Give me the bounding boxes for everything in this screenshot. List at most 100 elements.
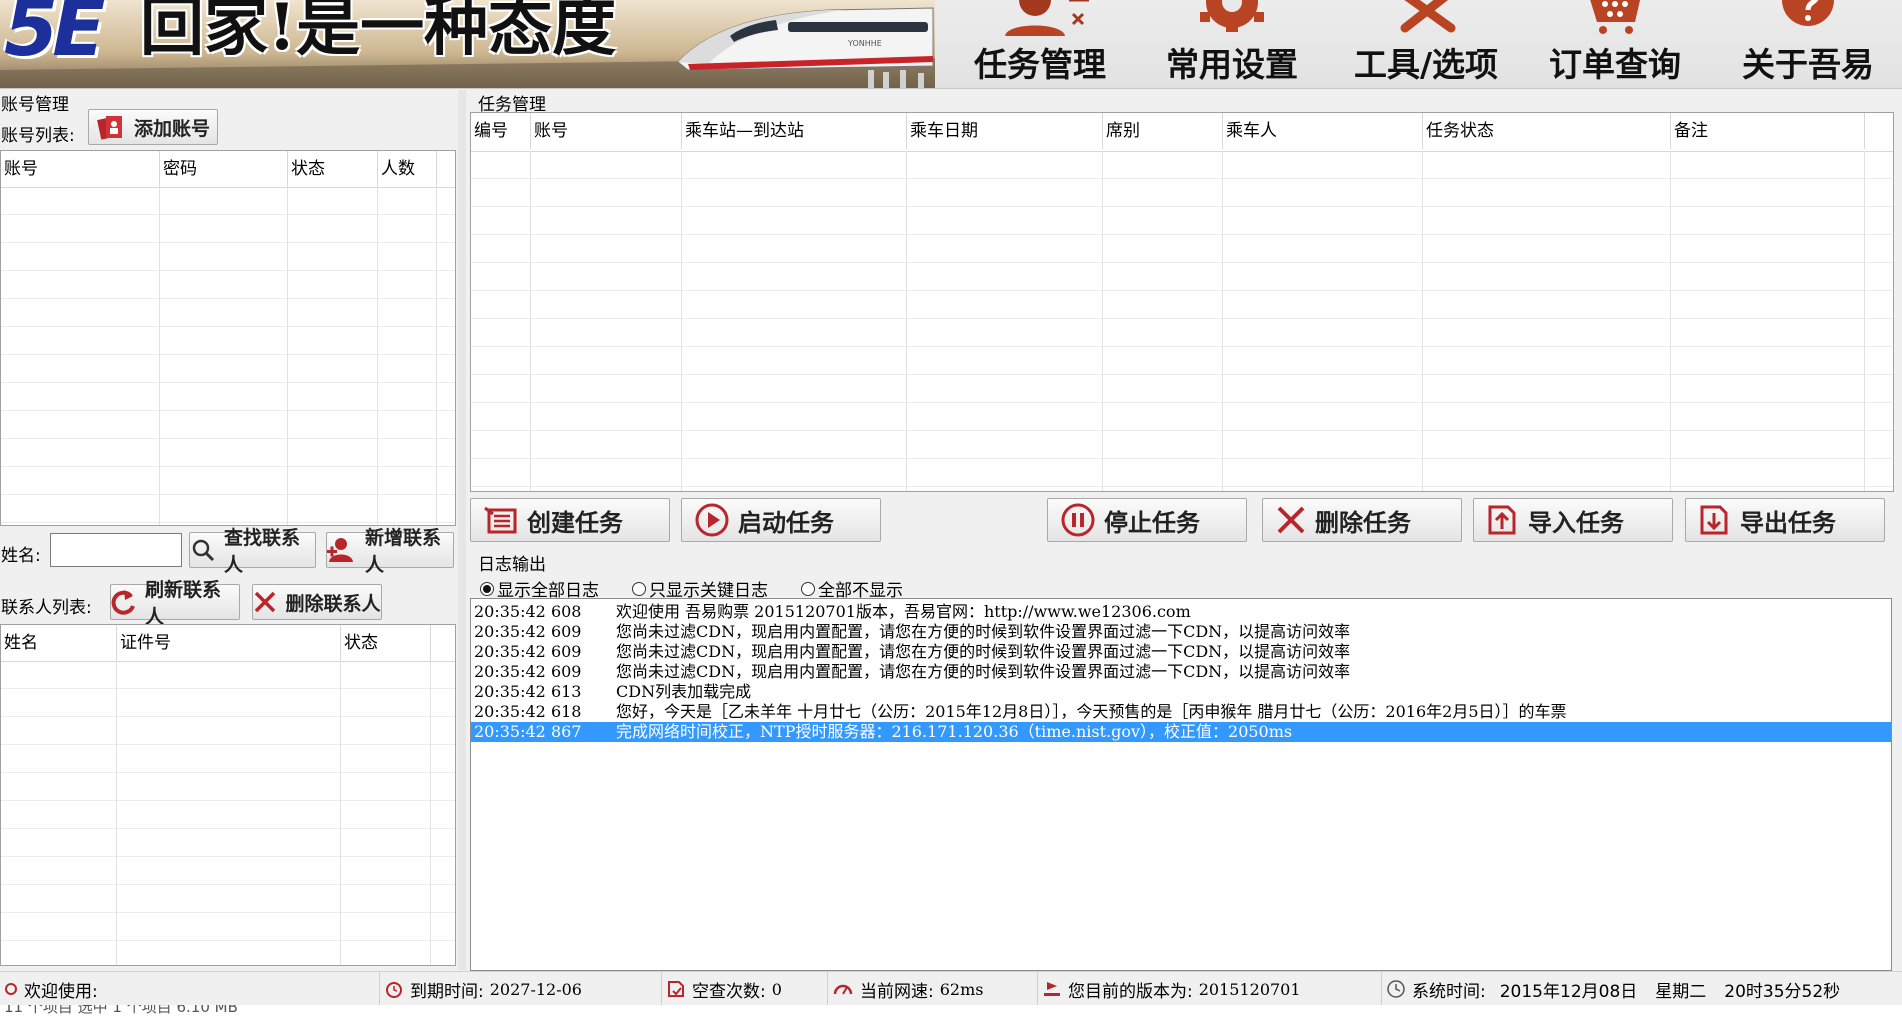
column-header-passenger[interactable]: 乘车人 [1223, 113, 1423, 149]
refresh-contacts-button[interactable]: 刷新联系人 [110, 579, 240, 628]
log-time: 20:35:42 609 [474, 642, 582, 661]
add-account-button[interactable]: 添加账号 [88, 109, 218, 145]
nav-tools[interactable]: 工具/选项 [1340, 0, 1512, 88]
nav-task-manage[interactable]: 任务管理 [960, 0, 1120, 88]
log-text: CDN列表加载完成 [616, 682, 752, 701]
log-text: 完成网络时间校正，NTP授时服务器：216.171.120.36（time.ni… [616, 722, 1293, 741]
import-icon [1488, 505, 1516, 535]
column-header-seat[interactable]: 席别 [1103, 113, 1223, 149]
account-section-title: 账号管理 [1, 95, 69, 115]
log-text: 您尚未过滤CDN，现启用内置配置，请您在方便的时候到软件设置界面过滤一下CDN，… [616, 662, 1351, 681]
refresh-icon [111, 590, 135, 615]
log-text: 欢迎使用 吾易购票 2015120701版本，吾易官网：http://www.w… [616, 602, 1191, 621]
column-header-status[interactable]: 状态 [341, 625, 431, 661]
column-header-number[interactable]: 编号 [471, 113, 531, 149]
delete-task-button[interactable]: 删除任务 [1262, 498, 1462, 542]
status-welcome: 欢迎使用: [0, 972, 380, 1006]
question-icon [1782, 0, 1834, 26]
create-task-icon [484, 506, 517, 534]
grid-line [1102, 151, 1103, 491]
new-contact-label: 新增联系人 [365, 527, 442, 576]
nav-orders[interactable]: 订单查询 [1535, 0, 1695, 88]
log-line[interactable]: 20:35:42 613 CDN列表加载完成 [471, 682, 1891, 702]
nav-about[interactable]: 关于吾易 [1728, 0, 1888, 88]
status-speed: 当前网速: 62ms [828, 972, 1038, 1006]
grid-line [1422, 151, 1423, 491]
account-table[interactable]: 账号 密码 状态 人数 [0, 150, 456, 526]
grid-line [436, 187, 437, 525]
status-empty-value: 0 [771, 979, 782, 999]
gear-icon [1200, 0, 1264, 32]
nav-settings[interactable]: 常用设置 [1152, 0, 1312, 88]
status-version-value: 2015120701 [1198, 979, 1301, 999]
column-header-remark[interactable]: 备注 [1671, 113, 1865, 149]
name-input[interactable] [50, 533, 182, 567]
grid-line [340, 661, 341, 965]
close-icon [255, 591, 276, 613]
stop-task-button[interactable]: 停止任务 [1047, 498, 1247, 542]
import-task-button[interactable]: 导入任务 [1473, 498, 1673, 542]
column-header-route[interactable]: 乘车站—到达站 [682, 113, 907, 149]
alarm-clock-icon [386, 982, 402, 998]
panel-splitter[interactable] [458, 90, 466, 970]
column-header-date[interactable]: 乘车日期 [907, 113, 1103, 149]
column-header-account[interactable]: 账号 [1, 151, 160, 187]
log-line[interactable]: 20:35:42 609 您尚未过滤CDN，现启用内置配置，请您在方便的时候到软件… [471, 622, 1891, 642]
query-icon [668, 981, 684, 997]
train-text: YONHHE [847, 39, 882, 48]
cart-icon [1590, 0, 1641, 34]
log-time: 20:35:42 867 [474, 722, 582, 741]
tools-icon [1400, 0, 1456, 33]
find-contact-button[interactable]: 查找联系人 [189, 527, 316, 576]
import-task-label: 导入任务 [1528, 507, 1624, 537]
log-output[interactable]: 20:35:42 608 欢迎使用 吾易购票 2015120701版本，吾易官网：… [470, 598, 1892, 971]
nav-label: 任务管理 [974, 45, 1106, 84]
column-header-id[interactable]: 证件号 [117, 625, 341, 661]
log-time: 20:35:42 609 [474, 622, 582, 641]
grid-line [430, 661, 431, 965]
task-table[interactable]: 编号 账号 乘车站—到达站 乘车日期 席别 乘车人 任务状态 备注 [470, 112, 1894, 492]
delete-contact-button[interactable]: 删除联系人 [252, 584, 382, 620]
radio-dot [480, 581, 494, 596]
add-person-icon [327, 538, 353, 562]
log-section-title: 日志输出 [478, 555, 546, 575]
logo: 5E [4, 0, 106, 74]
nav-label: 订单查询 [1549, 45, 1681, 84]
train-image: YONHHE [677, 7, 934, 88]
column-header-task-status[interactable]: 任务状态 [1423, 113, 1671, 149]
grid-line [530, 151, 531, 491]
welcome-icon [5, 983, 17, 995]
status-clock: 20时35分52秒 [1724, 981, 1841, 1002]
log-line[interactable]: 20:35:42 609 您尚未过滤CDN，现启用内置配置，请您在方便的时候到软件… [471, 642, 1891, 662]
banner-image: 5E 回家!是一种态度 YONHHE [0, 0, 935, 88]
create-task-label: 创建任务 [527, 507, 623, 537]
column-header-password[interactable]: 密码 [160, 151, 288, 187]
contact-table[interactable]: 姓名 证件号 状态 [0, 624, 456, 966]
start-task-label: 启动任务 [738, 507, 834, 537]
version-icon [1044, 982, 1060, 996]
log-time: 20:35:42 608 [474, 602, 582, 621]
grid-line [287, 187, 288, 525]
log-line[interactable]: 20:35:42 618 您好，今天是［乙未羊年 十月廿七（公历：2015年12月… [471, 702, 1891, 722]
column-header-status[interactable]: 状态 [288, 151, 378, 187]
log-line[interactable]: 20:35:42 609 您尚未过滤CDN，现启用内置配置，请您在方便的时候到软件… [471, 662, 1891, 682]
create-task-button[interactable]: 创建任务 [470, 498, 670, 542]
column-header-count[interactable]: 人数 [378, 151, 437, 187]
pause-icon [1061, 503, 1095, 537]
column-header-account[interactable]: 账号 [531, 113, 682, 149]
start-task-button[interactable]: 启动任务 [681, 498, 881, 542]
log-line-selected[interactable]: 20:35:42 867 完成网络时间校正，NTP授时服务器：216.171.12… [471, 722, 1891, 742]
log-line[interactable]: 20:35:42 608 欢迎使用 吾易购票 2015120701版本，吾易官网：… [471, 602, 1891, 622]
radio-dot [801, 581, 815, 596]
grid-line [1670, 151, 1671, 491]
column-header-name[interactable]: 姓名 [1, 625, 117, 661]
delete-contact-label: 删除联系人 [285, 592, 381, 615]
grid-line [1222, 151, 1223, 491]
refresh-contacts-label: 刷新联系人 [145, 579, 222, 628]
add-account-label: 添加账号 [133, 117, 210, 140]
export-task-button[interactable]: 导出任务 [1685, 498, 1885, 542]
underlying-window-strip: 11 个项目 选中 1 个项目 6.10 MB [0, 1005, 1902, 1017]
new-contact-button[interactable]: 新增联系人 [326, 527, 454, 576]
nav-label: 工具/选项 [1353, 45, 1499, 84]
grid-line [377, 187, 378, 525]
